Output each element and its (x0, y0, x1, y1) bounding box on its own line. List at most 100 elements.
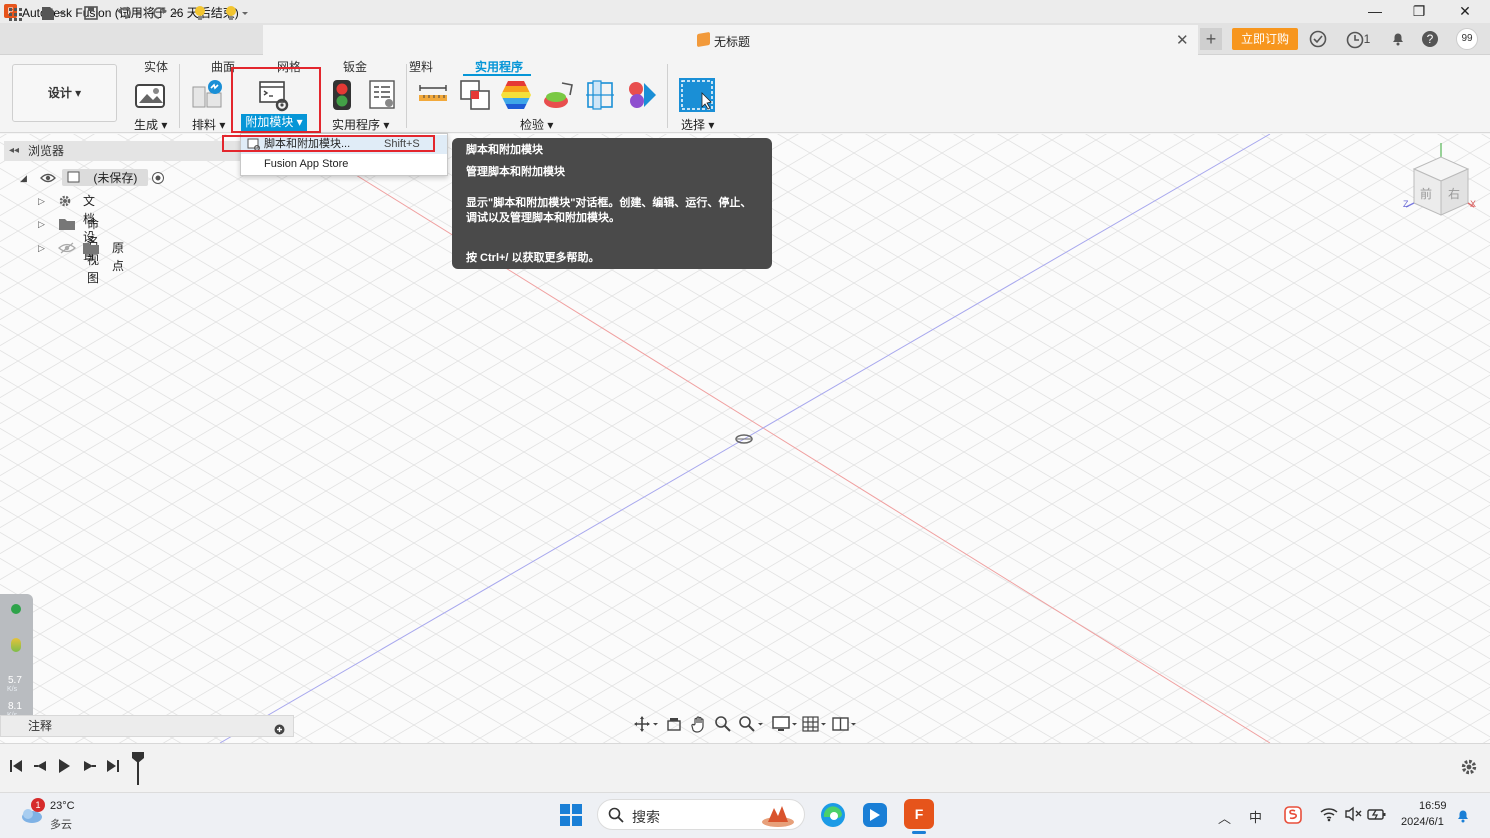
menu-item-app-store[interactable]: Fusion App Store (241, 155, 447, 174)
sogou-input-icon[interactable] (1284, 806, 1302, 827)
collapse-panel-icon[interactable]: ◂◂ (9, 141, 19, 161)
create-group-label[interactable]: 生成 ▾ (134, 116, 167, 133)
windows-start-icon[interactable] (559, 803, 583, 830)
tab-utilities[interactable]: 实用程序 (475, 58, 523, 75)
timeline-marker-icon[interactable] (131, 751, 145, 788)
maximize-button[interactable]: ❐ (1396, 0, 1442, 23)
viewcube-front-label: 前 (1420, 187, 1433, 201)
group-separator (667, 64, 668, 128)
weather-temp: 23°C (50, 800, 75, 812)
grid-settings-icon[interactable] (802, 715, 830, 736)
expand-root-icon[interactable]: ◢ (20, 169, 27, 187)
pan-hand-icon[interactable] (690, 715, 708, 736)
extensions-icon[interactable] (1309, 30, 1327, 48)
network-status-widget[interactable]: 5.7 K/s 8.1 K/s (0, 594, 33, 735)
lightbulb-dropdown-icon[interactable] (224, 5, 252, 27)
expand-arrow-icon[interactable]: ▷ (38, 215, 45, 233)
inspect-group-label[interactable]: 检验 ▾ (520, 116, 553, 133)
workspace-selector[interactable]: 设计 ▾ (12, 64, 117, 122)
look-at-icon[interactable] (666, 715, 682, 736)
select-group-label[interactable]: 选择 ▾ (681, 116, 714, 133)
user-avatar[interactable]: 99 (1456, 28, 1478, 50)
viewcube-z-label: Z (1403, 199, 1409, 209)
grid-menu-icon[interactable] (8, 5, 24, 27)
lightbulb-icon[interactable] (193, 5, 207, 27)
parameters-table-icon[interactable] (367, 79, 399, 111)
status-dot-icon (11, 604, 21, 614)
file-menu-icon[interactable] (40, 5, 66, 27)
undo-icon[interactable] (116, 5, 144, 27)
create-image-icon[interactable] (134, 79, 166, 111)
zoom-icon[interactable] (714, 715, 732, 736)
addins-highlight-box (231, 67, 321, 133)
interference-icon[interactable] (459, 79, 491, 111)
arrange-group-label[interactable]: 排料 ▾ (192, 116, 225, 133)
go-to-start-icon[interactable] (9, 757, 23, 779)
select-icon[interactable] (678, 77, 716, 113)
clock-date[interactable]: 2024/6/1 (1401, 816, 1444, 828)
save-icon[interactable] (83, 5, 99, 27)
arrange-icon[interactable] (191, 79, 223, 111)
measure-icon[interactable] (417, 79, 449, 111)
viewports-icon[interactable] (832, 715, 860, 736)
document-cube-icon (697, 31, 710, 48)
job-status-icon[interactable]: 1 (1342, 30, 1374, 48)
status-gauge-icon (11, 638, 21, 652)
upload-unit: K/s (7, 686, 18, 693)
redo-icon[interactable] (152, 5, 180, 27)
menu-item-label: Fusion App Store (264, 158, 349, 170)
minimize-button[interactable]: — (1352, 0, 1398, 23)
go-to-end-icon[interactable] (106, 757, 120, 779)
component-color-icon[interactable] (626, 79, 658, 111)
feishu-app-icon[interactable] (861, 801, 889, 829)
tab-plastic[interactable]: 塑料 (409, 58, 433, 75)
document-title: 无标题 (714, 35, 751, 49)
play-icon[interactable] (57, 757, 71, 779)
folder-icon (58, 215, 76, 236)
clock-time[interactable]: 16:59 (1419, 800, 1447, 812)
show-hidden-icons-chevron-icon[interactable]: ︿ (1218, 808, 1231, 827)
close-window-button[interactable]: ✕ (1442, 0, 1488, 23)
group-separator (406, 64, 407, 128)
expand-arrow-icon[interactable]: ▷ (38, 239, 45, 257)
ime-indicator[interactable]: 中 (1249, 807, 1262, 826)
gear-icon (58, 192, 72, 213)
display-settings-icon[interactable] (772, 715, 800, 736)
notification-bell-icon[interactable] (1389, 30, 1407, 48)
battery-icon[interactable] (1367, 806, 1387, 825)
viewcube[interactable] (1404, 141, 1480, 225)
edge-browser-icon[interactable] (819, 801, 847, 829)
weather-badge: 1 (31, 798, 45, 812)
buy-now-button[interactable]: 立即订购 (1232, 28, 1298, 50)
notification-center-bell-icon[interactable] (1456, 807, 1470, 826)
zebra-analysis-icon[interactable] (500, 79, 532, 111)
utility-group-label[interactable]: 实用程序 ▾ (332, 116, 389, 133)
step-forward-icon[interactable] (81, 757, 97, 779)
zoom-window-icon[interactable] (738, 715, 766, 736)
timeline-settings-gear-icon[interactable] (1460, 758, 1478, 779)
visibility-eye-icon[interactable] (40, 169, 56, 189)
orbit-icon[interactable] (634, 715, 658, 736)
close-document-icon[interactable]: ✕ (1176, 31, 1189, 49)
volume-muted-icon[interactable] (1344, 806, 1362, 825)
section-analysis-icon[interactable] (584, 79, 616, 111)
taskbar-search-box[interactable]: 搜索 (597, 799, 805, 830)
weather-desc: 多云 (50, 819, 72, 831)
new-tab-button[interactable]: + (1200, 28, 1222, 50)
fusion-taskbar-icon[interactable]: F (904, 799, 934, 829)
activate-radio-icon[interactable] (151, 169, 165, 190)
help-icon[interactable]: ? (1421, 30, 1439, 48)
traffic-light-icon[interactable] (326, 79, 358, 111)
expand-arrow-icon[interactable]: ▷ (38, 192, 45, 210)
viewcube-right-label: 右 (1448, 187, 1461, 201)
comments-panel[interactable]: 注释 (0, 715, 294, 737)
curvature-analysis-icon[interactable] (542, 79, 574, 111)
step-back-icon[interactable] (33, 757, 49, 779)
tab-solid[interactable]: 实体 (144, 58, 168, 75)
add-comment-icon[interactable] (274, 721, 285, 741)
wifi-icon[interactable] (1320, 806, 1338, 825)
hidden-eye-icon[interactable] (58, 239, 76, 259)
group-separator (179, 64, 180, 128)
root-component-chip[interactable]: (未保存) (62, 169, 148, 186)
tab-sheet-metal[interactable]: 钣金 (343, 58, 367, 75)
